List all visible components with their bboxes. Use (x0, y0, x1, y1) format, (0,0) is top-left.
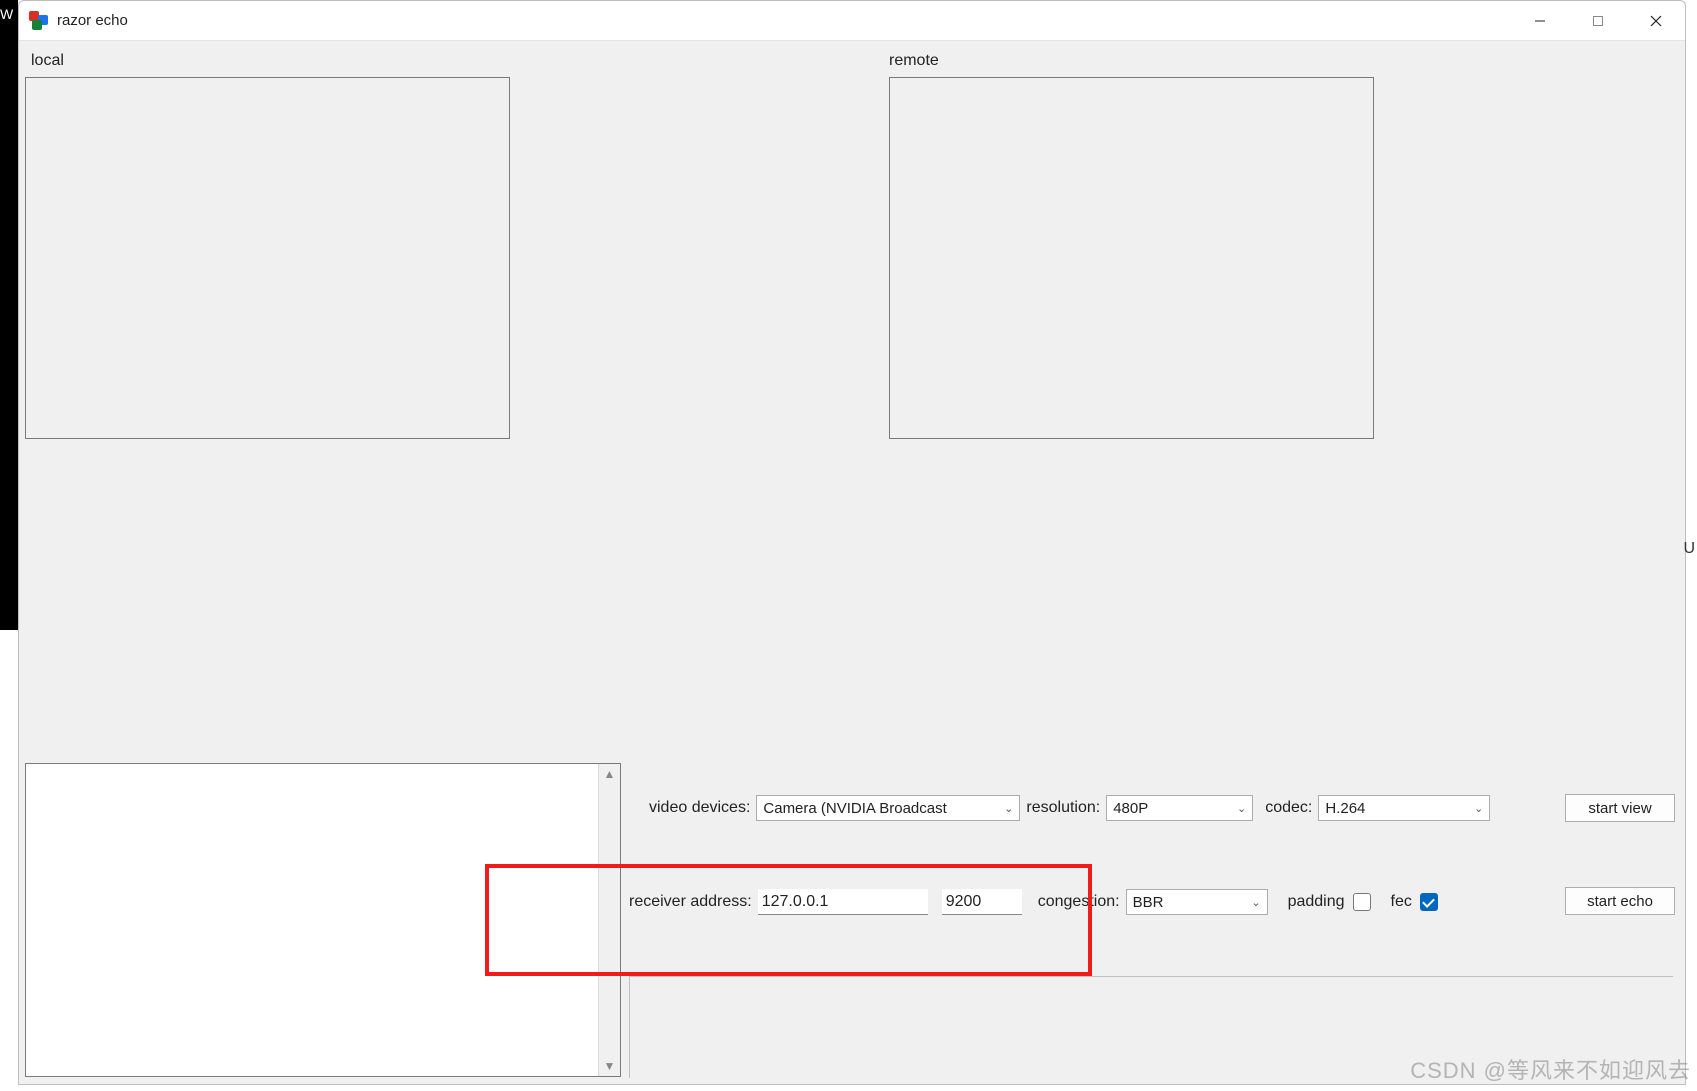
client-area: local remote ▲ ▼ video devices: Camera (… (19, 41, 1685, 1084)
remote-video-label: remote (889, 52, 939, 70)
app-window: razor echo local remote ▲ ▼ vid (18, 0, 1686, 1085)
log-scrollbar[interactable]: ▲ ▼ (598, 764, 620, 1076)
window-controls (1511, 1, 1685, 41)
start-echo-button[interactable]: start echo (1565, 887, 1675, 915)
settings-row-2: receiver address: congestion: BBR ⌄ padd… (629, 889, 1438, 915)
settings-row-1: video devices: Camera (NVIDIA Broadcast … (649, 795, 1490, 821)
resolution-select[interactable]: 480P ⌄ (1106, 795, 1253, 821)
chevron-down-icon: ⌄ (1237, 802, 1246, 815)
scroll-up-icon[interactable]: ▲ (604, 764, 616, 784)
congestion-select[interactable]: BBR ⌄ (1126, 889, 1268, 915)
stray-char-left: W (0, 6, 13, 22)
scroll-down-icon[interactable]: ▼ (604, 1056, 616, 1076)
video-device-select[interactable]: Camera (NVIDIA Broadcast ⌄ (756, 795, 1020, 821)
video-device-value: Camera (NVIDIA Broadcast (763, 800, 946, 817)
codec-label: codec: (1265, 799, 1312, 817)
close-button[interactable] (1627, 1, 1685, 41)
fec-label: fec (1391, 893, 1412, 911)
codec-select[interactable]: H.264 ⌄ (1318, 795, 1490, 821)
close-icon (1650, 15, 1662, 27)
stray-char-right: U (1683, 540, 1695, 558)
fec-checkbox-group: fec (1391, 893, 1438, 911)
maximize-button[interactable] (1569, 1, 1627, 41)
receiver-address-label: receiver address: (629, 893, 752, 911)
padding-checkbox-group: padding (1288, 893, 1371, 911)
chevron-down-icon: ⌄ (1251, 896, 1260, 909)
congestion-label: congestion: (1038, 893, 1120, 911)
maximize-icon (1592, 15, 1604, 27)
chevron-down-icon: ⌄ (1474, 802, 1483, 815)
receiver-ip-input[interactable] (758, 889, 928, 915)
window-title: razor echo (57, 12, 128, 29)
minimize-button[interactable] (1511, 1, 1569, 41)
codec-value: H.264 (1325, 800, 1365, 817)
background-window-edge (0, 0, 18, 630)
local-video-label: local (31, 52, 64, 70)
fec-checkbox[interactable] (1420, 893, 1438, 911)
log-listbox[interactable]: ▲ ▼ (25, 763, 621, 1077)
local-video-panel (25, 77, 510, 439)
minimize-icon (1534, 15, 1546, 27)
app-icon (29, 11, 49, 31)
start-view-button[interactable]: start view (1565, 794, 1675, 822)
padding-label: padding (1288, 893, 1345, 911)
titlebar[interactable]: razor echo (19, 1, 1685, 41)
receiver-port-input[interactable] (942, 889, 1022, 915)
resolution-value: 480P (1113, 800, 1148, 817)
chevron-down-icon: ⌄ (1004, 802, 1013, 815)
padding-checkbox[interactable] (1353, 893, 1371, 911)
log-listbox-content (26, 764, 598, 1076)
watermark: CSDN @等风来不如迎风去 (1410, 1053, 1691, 1085)
resolution-label: resolution: (1026, 799, 1100, 817)
congestion-value: BBR (1133, 894, 1164, 911)
video-devices-label: video devices: (649, 799, 750, 817)
remote-video-panel (889, 77, 1374, 439)
